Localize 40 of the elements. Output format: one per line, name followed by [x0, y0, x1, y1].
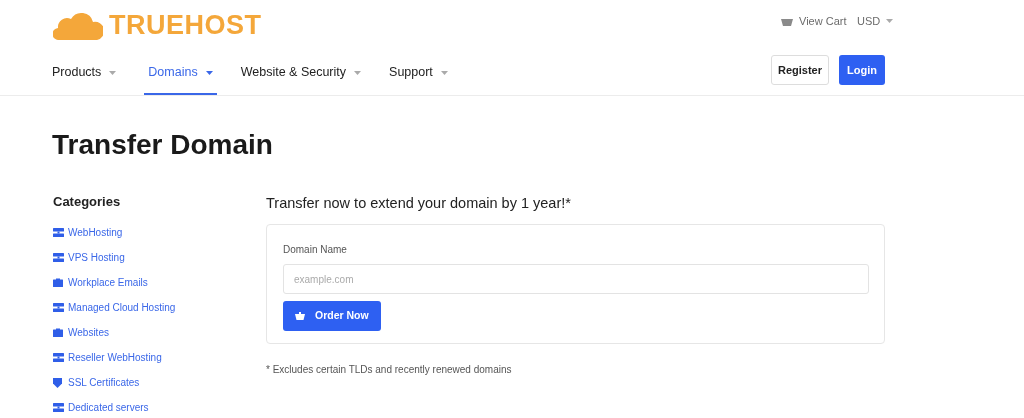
- caret-icon: [886, 19, 894, 24]
- field-label: Domain Name: [283, 243, 348, 257]
- login-button[interactable]: Login: [839, 55, 885, 85]
- page-title: Transfer Domain: [52, 128, 274, 162]
- server-icon: [53, 353, 64, 362]
- category-link[interactable]: Websites: [53, 320, 266, 345]
- transfer-heading: Transfer now to extend your domain by 1 year!*: [266, 194, 572, 212]
- logo-text: TRUEHOST: [109, 9, 262, 42]
- basket-icon: [295, 312, 305, 320]
- basket-icon: [781, 16, 793, 26]
- caret-icon: [440, 70, 448, 75]
- server-icon: [53, 253, 64, 262]
- category-link[interactable]: VPS Hosting: [53, 245, 266, 270]
- cloud-icon: [53, 10, 103, 41]
- domain-input[interactable]: example.com: [283, 264, 869, 294]
- category-link[interactable]: WebHosting: [53, 220, 266, 245]
- category-link[interactable]: Workplace Emails: [53, 270, 266, 295]
- caret-icon: [109, 70, 117, 75]
- nav-tab[interactable]: Support: [389, 52, 448, 95]
- currency-selector[interactable]: USD: [857, 13, 894, 30]
- register-button[interactable]: Register: [771, 55, 829, 85]
- category-link[interactable]: Managed Cloud Hosting: [53, 295, 266, 320]
- caret-icon: [205, 70, 213, 75]
- briefcase-icon: [53, 328, 63, 337]
- briefcase-icon: [53, 278, 63, 287]
- shield-icon: [53, 377, 62, 388]
- nav-tab[interactable]: Website & Security: [240, 52, 362, 95]
- caret-icon: [354, 70, 362, 75]
- nav-tab[interactable]: Domains: [144, 52, 217, 95]
- server-icon: [53, 303, 64, 312]
- order-now-button[interactable]: Order Now: [283, 301, 381, 331]
- sidebar-title: Categories: [53, 194, 122, 210]
- footnote: * Excludes certain TLDs and recently renewed domains: [266, 363, 513, 377]
- view-cart-link[interactable]: View Cart: [799, 13, 847, 30]
- server-icon: [53, 403, 64, 412]
- nav-tab[interactable]: Products: [52, 52, 117, 95]
- category-link[interactable]: SSL Certificates: [53, 370, 266, 395]
- server-icon: [53, 228, 64, 237]
- category-link[interactable]: Dedicated servers: [53, 395, 266, 418]
- category-link[interactable]: Reseller WebHosting: [53, 345, 266, 370]
